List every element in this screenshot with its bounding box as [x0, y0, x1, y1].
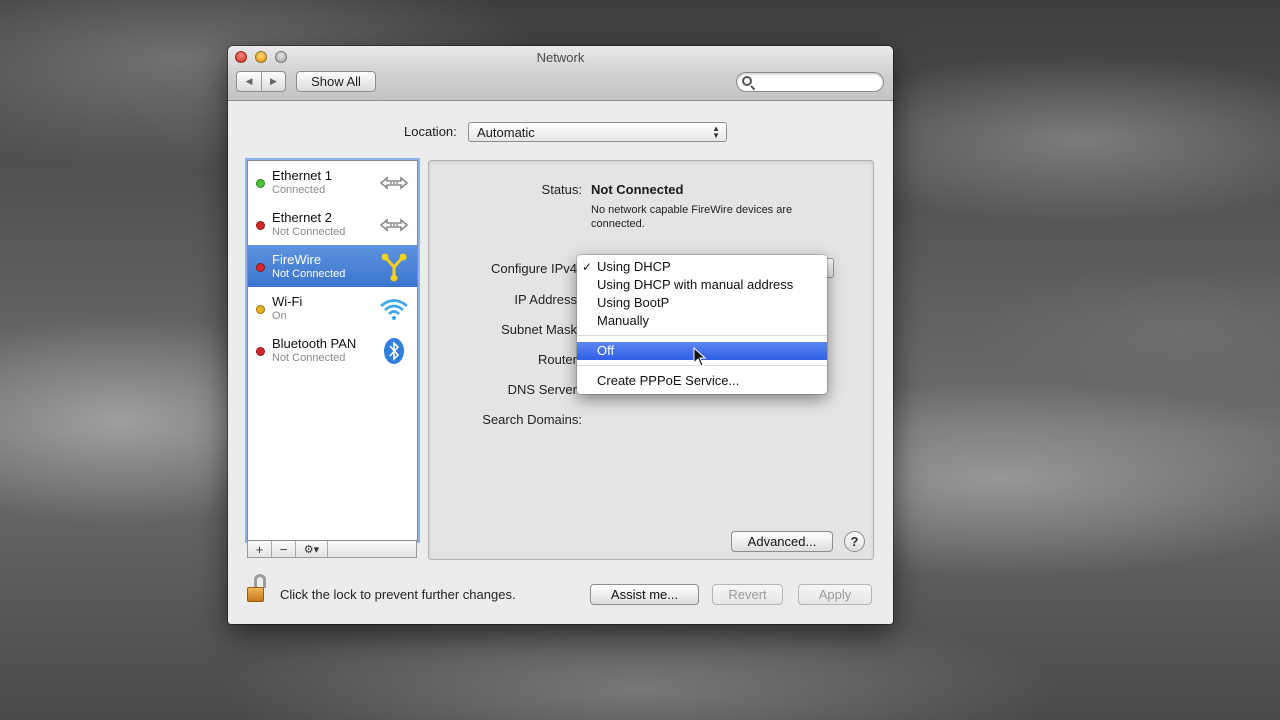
search-icon: [742, 76, 752, 86]
menu-separator: [577, 335, 827, 336]
service-item-firewire[interactable]: FireWire Not Connected: [248, 245, 417, 287]
service-list: Ethernet 1 Connected Ethernet 2 Not Conn…: [247, 160, 418, 541]
menu-item-label: Create PPPoE Service...: [597, 373, 740, 388]
lock-message: Click the lock to prevent further change…: [280, 587, 516, 602]
service-list-toolbar: + − ⚙▾: [247, 541, 417, 558]
menu-item-label: Off: [597, 343, 615, 358]
status-dot-yellow: [256, 305, 265, 314]
lock-icon[interactable]: [247, 574, 269, 604]
service-item-bluetooth-pan[interactable]: Bluetooth PAN Not Connected: [248, 329, 417, 371]
window-title: Network: [536, 50, 585, 65]
menu-item-using-dhcp[interactable]: ✓ Using DHCP: [577, 258, 827, 276]
location-label: Location:: [404, 124, 457, 139]
back-forward-control: ◀ ▶: [236, 71, 286, 92]
service-item-ethernet-2[interactable]: Ethernet 2 Not Connected: [248, 203, 417, 245]
location-select[interactable]: Automatic ▲ ▼: [468, 122, 727, 142]
firewire-icon: [379, 252, 409, 282]
ip-address-label: IP Address: [514, 292, 577, 307]
status-dot-green: [256, 179, 265, 188]
service-item-ethernet-1[interactable]: Ethernet 1 Connected: [248, 161, 417, 203]
forward-button[interactable]: ▶: [261, 72, 285, 91]
remove-service-button[interactable]: −: [272, 541, 296, 557]
mouse-pointer-icon: [693, 347, 707, 367]
router-label: Router: [537, 352, 577, 367]
lock-shackle: [254, 574, 266, 588]
status-label: Status:: [541, 182, 582, 197]
search-input[interactable]: [736, 72, 884, 92]
updown-arrows-icon: ▲ ▼: [712, 124, 720, 140]
show-all-button[interactable]: Show All: [296, 71, 376, 92]
menu-item-create-pppoe[interactable]: Create PPPoE Service...: [577, 372, 827, 390]
status-value: Not Connected: [591, 182, 684, 197]
dns-server-label: DNS Server: [507, 382, 577, 397]
menu-item-label: Using DHCP with manual address: [597, 277, 794, 292]
menu-item-bootp[interactable]: Using BootP: [577, 294, 827, 312]
ethernet-arrows-icon: [379, 210, 409, 240]
assist-me-button[interactable]: Assist me...: [590, 584, 699, 605]
window-titlebar: Network ◀ ▶ Show All: [228, 46, 893, 101]
menu-item-label: Manually: [597, 313, 650, 328]
subnet-mask-label: Subnet Mask: [501, 322, 577, 337]
wifi-icon: [379, 294, 409, 324]
gear-icon[interactable]: ⚙▾: [296, 541, 328, 557]
location-value: Automatic: [477, 125, 535, 140]
menu-item-manually[interactable]: Manually: [577, 312, 827, 330]
bluetooth-icon: [379, 336, 409, 366]
back-button[interactable]: ◀: [237, 72, 261, 91]
configure-ipv4-menu: ✓ Using DHCP Using DHCP with manual addr…: [577, 255, 827, 394]
checkmark-icon: ✓: [582, 260, 593, 274]
status-dot-red: [256, 347, 265, 356]
help-button[interactable]: ?: [844, 531, 865, 552]
lock-body: [247, 587, 264, 602]
advanced-button[interactable]: Advanced...: [731, 531, 833, 552]
menu-item-label: Using DHCP: [597, 259, 671, 274]
search-domains-label: Search Domains:: [482, 412, 582, 427]
ethernet-arrows-icon: [379, 168, 409, 198]
menu-item-dhcp-manual[interactable]: Using DHCP with manual address: [577, 276, 827, 294]
service-item-wifi[interactable]: Wi-Fi On: [248, 287, 417, 329]
revert-button[interactable]: Revert: [712, 584, 783, 605]
configure-ipv4-label: Configure IPv4: [491, 261, 577, 276]
status-description: No network capable FireWire devices are …: [591, 204, 793, 230]
menu-item-label: Using BootP: [597, 295, 670, 310]
status-dot-red: [256, 263, 265, 272]
apply-button[interactable]: Apply: [798, 584, 872, 605]
status-dot-red: [256, 221, 265, 230]
add-service-button[interactable]: +: [248, 541, 272, 557]
